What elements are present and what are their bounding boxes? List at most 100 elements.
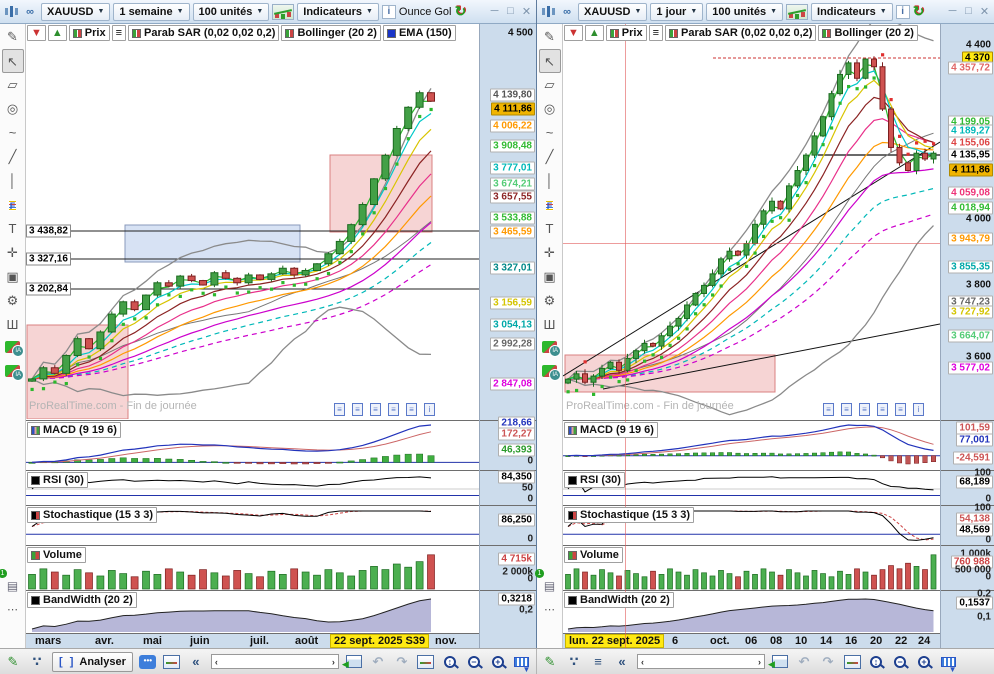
legend-item[interactable]: Prix (69, 25, 110, 41)
pane-label-chip[interactable]: MACD (9 19 6) (564, 422, 658, 438)
chart-layout-icon[interactable]: ≡ (823, 403, 834, 416)
legend-arrow-up[interactable]: ▲ (48, 25, 67, 41)
scroll-left-arrow[interactable]: ‹ (215, 657, 218, 667)
macd-pane[interactable]: MACD (9 19 6) (26, 420, 479, 470)
tool-delete[interactable]: Ш (539, 313, 561, 337)
collapse-button[interactable]: « (187, 652, 205, 672)
legend-item[interactable]: Bollinger (20 2) (818, 25, 917, 41)
legend-item[interactable]: Parab SAR (0,02 0,02 0,2) (665, 25, 816, 41)
maximize-button[interactable]: □ (962, 5, 975, 18)
pane-label-chip[interactable]: Volume (27, 547, 86, 563)
price-chart-canvas[interactable] (563, 24, 940, 419)
legend-list-button[interactable]: ≡ (112, 25, 126, 41)
main-pane[interactable]: ▼▲Prix≡Parab SAR (0,02 0,02 0,2)Bollinge… (26, 24, 479, 420)
symbol-dropdown[interactable]: XAUUSD▼ (41, 3, 110, 21)
chart-layout-icon[interactable]: ≡ (895, 403, 906, 416)
price-chart-canvas[interactable] (26, 24, 479, 419)
legend-arrow-up[interactable]: ▲ (585, 25, 604, 41)
tool-move[interactable]: ✛ (539, 241, 561, 265)
chart-layout-icon[interactable]: ≡ (841, 403, 852, 416)
draw-mode-button[interactable]: ✎ (541, 652, 559, 672)
tool-text[interactable]: T (539, 217, 561, 241)
analyser-button[interactable]: [ ]Analyser (52, 652, 133, 672)
volume-pane[interactable]: Volume (563, 545, 940, 590)
pane-label-chip[interactable]: Volume (564, 547, 623, 563)
tool-text[interactable]: T (2, 217, 24, 241)
chart-settings-button[interactable] (843, 652, 861, 672)
tool-select[interactable]: ↖ (539, 49, 561, 73)
refresh-icon[interactable]: ↻ (913, 3, 925, 20)
info-icon[interactable]: i (896, 5, 910, 19)
share-button[interactable]: ∵ (565, 652, 583, 672)
tool-trend-line[interactable]: ╱ (539, 145, 561, 169)
tool-zoom[interactable]: ◎ (539, 97, 561, 121)
columns-scroll-button[interactable] (513, 652, 531, 672)
scroll-right-arrow[interactable]: › (758, 657, 761, 667)
legend-arrow-down[interactable]: ▼ (564, 25, 583, 41)
chart-info-icon[interactable]: i (424, 403, 435, 416)
pane-label-chip[interactable]: MACD (9 19 6) (27, 422, 121, 438)
redo-button[interactable]: ↷ (393, 652, 411, 672)
units-dropdown[interactable]: 100 unités▼ (193, 3, 270, 21)
tool-measure[interactable]: ~ (539, 121, 561, 145)
undo-button[interactable]: ↶ (795, 652, 813, 672)
tool-draw[interactable]: ✎ (539, 25, 561, 49)
tool-draw[interactable]: ✎ (2, 25, 24, 49)
indicators-dropdown[interactable]: Indicateurs▼ (297, 3, 379, 21)
candlestick-style-icon[interactable] (540, 3, 556, 21)
link-windows-icon[interactable]: ∞ (22, 3, 38, 21)
undo-button[interactable]: ↶ (369, 652, 387, 672)
chart-windows-button[interactable] (163, 652, 181, 672)
chart-layout-icon[interactable]: ≡ (334, 403, 345, 416)
refresh-icon[interactable]: ↻ (455, 3, 467, 20)
chart-area[interactable]: ▼▲Prix≡Parab SAR (0,02 0,02 0,2)Bollinge… (563, 24, 940, 648)
tool-select[interactable]: ↖ (2, 49, 24, 73)
tool-settings[interactable]: ⚙ (539, 289, 561, 313)
draw-mode-button[interactable]: ✎ (4, 652, 22, 672)
legend-item[interactable]: EMA (150) (383, 25, 456, 41)
legend-list-button[interactable]: ≡ (649, 25, 663, 41)
zoom-fit-button[interactable]: ↕ (441, 652, 459, 672)
rsi-pane[interactable]: RSI (30) (563, 470, 940, 505)
chart-layout-icon[interactable]: ≡ (352, 403, 363, 416)
zoom-in-button[interactable]: + (489, 652, 507, 672)
pane-label-chip[interactable]: Stochastique (15 3 3) (564, 507, 694, 523)
stoch-pane[interactable]: Stochastique (15 3 3) (26, 505, 479, 545)
timeframe-dropdown[interactable]: 1 jour▼ (650, 3, 703, 21)
tool-delete[interactable]: Ш (2, 313, 24, 337)
tool-move[interactable]: ✛ (2, 241, 24, 265)
chart-settings-button[interactable] (417, 652, 435, 672)
link-windows-icon[interactable]: ∞ (559, 3, 575, 21)
layer-page-button[interactable]: ▤ (539, 574, 561, 598)
zoom-fit-button[interactable]: ↕ (867, 652, 885, 672)
collapse-button[interactable]: « (613, 652, 631, 672)
goto-date-button[interactable] (771, 652, 789, 672)
share-button[interactable]: ∵ (28, 652, 46, 672)
zoom-out-button[interactable]: − (891, 652, 909, 672)
tool-vertical-line[interactable]: │ (539, 169, 561, 193)
chart-layout-icon[interactable]: ≡ (406, 403, 417, 416)
units-dropdown[interactable]: 100 unités▼ (706, 3, 783, 21)
pane-label-chip[interactable]: Stochastique (15 3 3) (27, 507, 157, 523)
bw-pane[interactable]: BandWidth (20 2) (563, 590, 940, 633)
tool-fibonacci[interactable]: F (2, 193, 24, 217)
main-pane[interactable]: ▼▲Prix≡Parab SAR (0,02 0,02 0,2)Bollinge… (563, 24, 940, 420)
zoom-in-button[interactable]: + (915, 652, 933, 672)
tool-ia-signal-down[interactable] (539, 361, 561, 385)
tool-fibonacci[interactable]: F (539, 193, 561, 217)
chart-info-icon[interactable]: i (913, 403, 924, 416)
time-scrollbar[interactable]: ‹› (637, 654, 765, 669)
tool-zoom[interactable]: ◎ (2, 97, 24, 121)
close-button[interactable]: ✕ (520, 5, 533, 18)
more-options-button[interactable]: ⋯ (2, 598, 24, 622)
layer-page-button[interactable]: ▤ (2, 574, 24, 598)
maximize-button[interactable]: □ (504, 5, 517, 18)
tool-settings[interactable]: ⚙ (2, 289, 24, 313)
pane-label-chip[interactable]: BandWidth (20 2) (27, 592, 137, 608)
minimize-button[interactable]: ─ (946, 5, 959, 18)
legend-item[interactable]: Parab SAR (0,02 0,02 0,2) (128, 25, 279, 41)
chart-area[interactable]: ▼▲Prix≡Parab SAR (0,02 0,02 0,2)Bollinge… (26, 24, 479, 648)
tool-ia-signal-up[interactable] (539, 337, 561, 361)
chart-layout-icon[interactable]: ≡ (370, 403, 381, 416)
close-button[interactable]: ✕ (978, 5, 991, 18)
